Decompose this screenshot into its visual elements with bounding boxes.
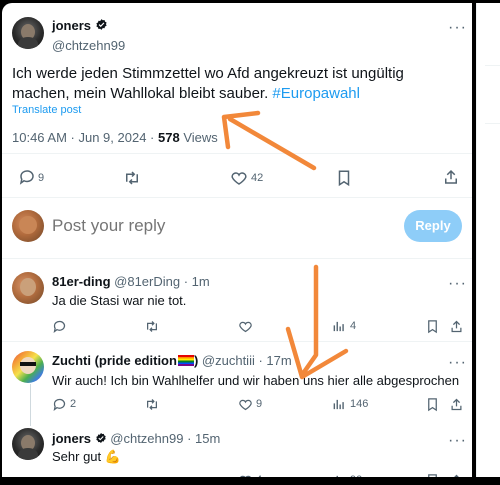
- screenshot-frame: joners @chtzehn99 ··· Ich werde jeden St…: [0, 0, 500, 485]
- annotation-overlay: [221, 110, 349, 380]
- annotation-arrow-down: [285, 264, 349, 380]
- tweet-card: joners @chtzehn99 ··· Ich werde jeden St…: [2, 3, 472, 477]
- annotation-arrow-top: [221, 110, 317, 171]
- side-panel: [476, 3, 500, 477]
